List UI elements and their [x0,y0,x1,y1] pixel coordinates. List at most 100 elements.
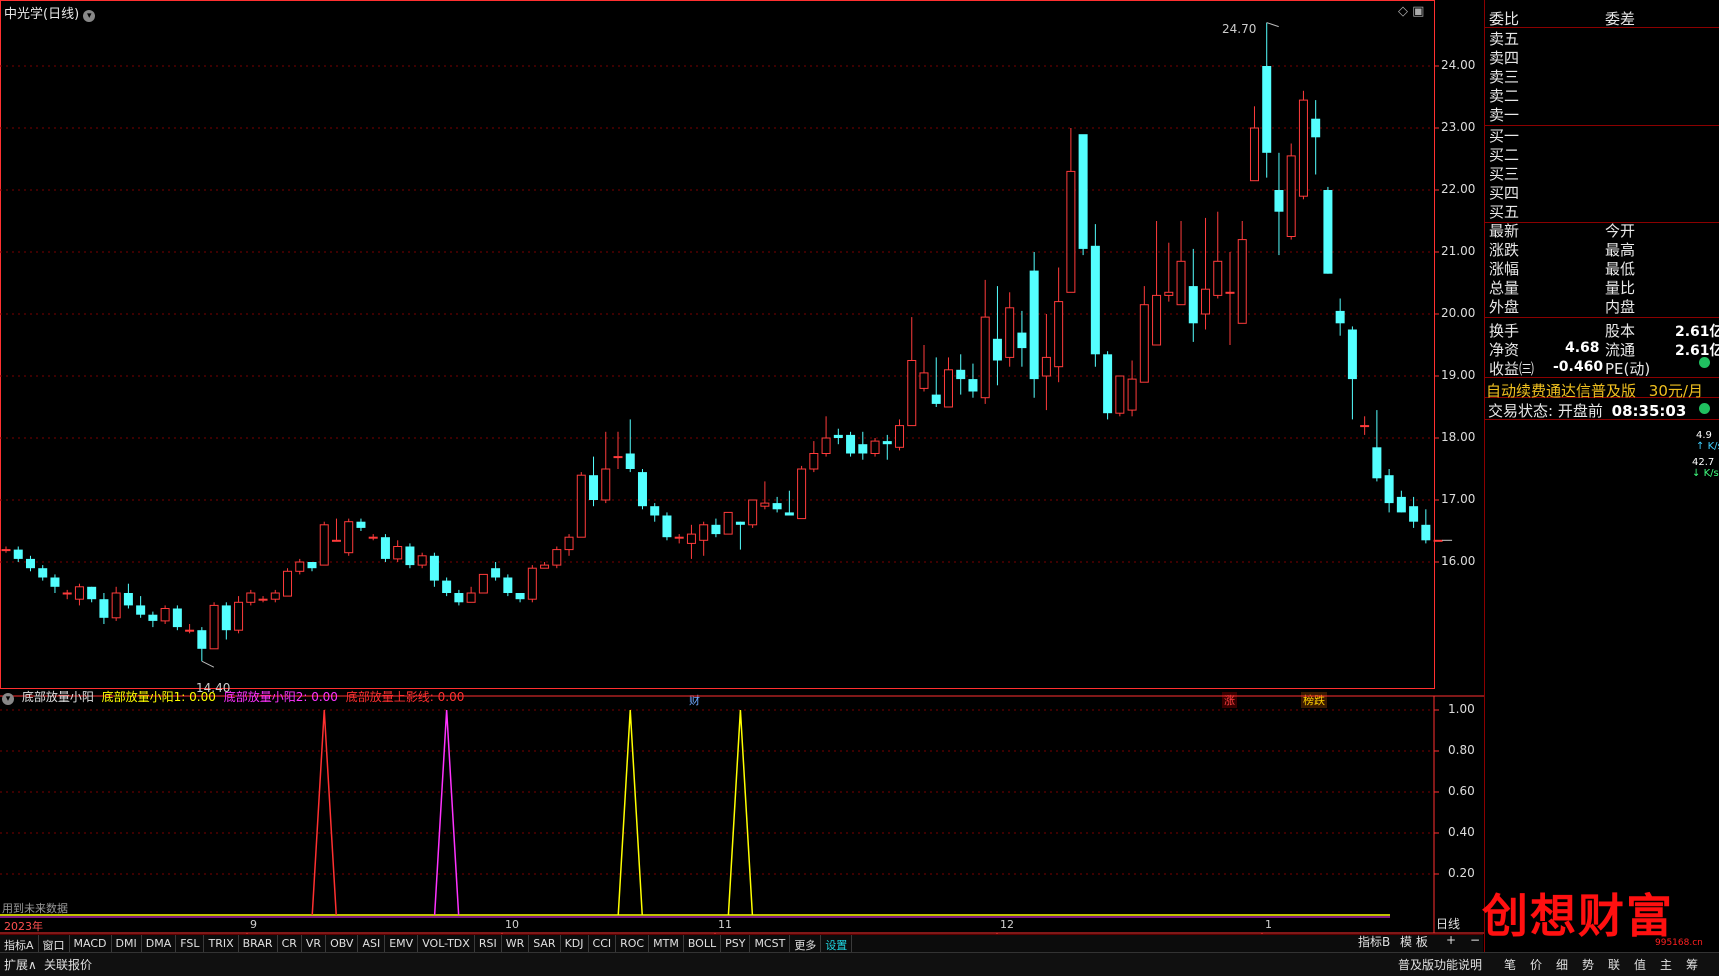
expand-button[interactable]: 扩展∧ [4,956,37,973]
event-tag-zhang[interactable]: 涨 [1222,692,1237,708]
candle-body [1201,288,1211,315]
toolbar-tab[interactable]: BRAR [239,935,278,953]
toolbar-tab[interactable]: MACD [70,935,112,953]
price-tick-label: 16.00 [1441,554,1476,568]
candle-body [919,372,929,389]
side-tab[interactable]: 价 [1530,956,1542,973]
toolbar-tab[interactable]: KDJ [561,935,589,953]
float-label: 流通 [1605,341,1636,359]
diamond-icon[interactable]: ◇ [1398,4,1408,19]
candle-body [870,440,880,455]
template-button[interactable]: 模 板 [1400,933,1428,950]
side-tab[interactable]: 值 [1634,956,1646,973]
toolbar-tab[interactable]: 指标A [0,935,39,953]
side-tab[interactable]: 笔 [1504,956,1516,973]
toolbar-tab[interactable]: OBV [326,935,359,953]
toolbar-tab[interactable]: VR [302,935,327,953]
toolbar-tab[interactable]: PSY [721,935,751,953]
candle [968,363,978,398]
toolbar-tab[interactable]: CCI [589,935,617,953]
toolbar-tab[interactable]: FSL [176,935,205,953]
candle [650,503,660,522]
promo-banner[interactable]: 自动续费通达信普及版 30元/月 [1486,380,1703,401]
candle [123,583,133,609]
toolbar-tab[interactable]: MCST [750,935,791,953]
candle-body [380,537,390,559]
candle [74,583,84,606]
candle [1286,143,1296,240]
toolbar-tab[interactable]: SAR [529,935,561,953]
candle [1249,106,1259,182]
candle [1360,416,1370,435]
candle [111,586,121,621]
quote-stat-label: 量比 [1605,279,1636,297]
side-tab[interactable]: 筹 [1686,956,1698,973]
trade-time: 08:35:03 [1611,402,1687,420]
candle [576,472,586,538]
event-tag-bangdie[interactable]: 榜跌 [1301,692,1327,708]
chevron-down-icon[interactable]: ▾ [83,10,96,22]
earnings-value: -0.460 [1553,359,1604,375]
candle [1323,186,1333,274]
weicha-label: 委差 [1605,10,1636,28]
toolbar-tab[interactable]: 设置 [821,935,853,953]
side-tab[interactable]: 主 [1660,956,1672,973]
candle [1078,134,1088,256]
side-tab[interactable]: 联 [1608,956,1620,973]
side-tab[interactable]: 细 [1556,956,1568,973]
candle [454,589,464,606]
float-value: 2.61亿 [1675,343,1719,359]
related-quotes-button[interactable]: 关联报价 [44,956,92,973]
help-link[interactable]: 普及版功能说明 [1398,956,1482,973]
candle-body [772,503,782,510]
candle [895,419,905,451]
toolbar-tab[interactable]: TRIX [204,935,239,953]
indicator-b-button[interactable]: 指标B [1358,933,1390,950]
candle-body [344,521,354,554]
candle [491,562,501,581]
toolbar-tab[interactable]: WR [502,935,530,953]
indicator-line1: 底部放量小阳1: 0.00 [101,690,216,704]
toolbar-tab[interactable]: ASI [358,935,386,953]
toolbar-tab[interactable]: MTM [649,935,684,953]
toolbar-tab[interactable]: RSI [475,935,502,953]
candle-body [1384,475,1394,504]
quote-stat-label: 今开 [1605,222,1636,240]
candle-body [711,524,721,535]
zoom-in-button[interactable]: + [1446,933,1456,947]
candle [1274,152,1284,256]
price-chart[interactable] [0,0,1484,690]
toolbar-tab[interactable]: DMI [112,935,142,953]
candle [601,431,611,504]
candle [1335,298,1345,336]
chevron-down-icon[interactable]: ▾ [2,693,14,705]
candle-body [1286,155,1296,237]
candle [711,518,721,538]
candle [625,419,635,473]
candle [331,518,341,542]
candle [234,596,244,634]
toolbar-tab[interactable]: 更多 [790,935,822,953]
candle-body [148,614,158,621]
candle [797,465,807,520]
candle [160,605,170,624]
toolbar-tab[interactable]: DMA [142,935,177,953]
candle [515,593,525,603]
event-tag-cai[interactable]: 财 [687,692,702,708]
zoom-out-button[interactable]: − [1470,933,1480,947]
toolbar-tab[interactable]: EMV [385,935,419,953]
candle-body [221,605,231,631]
share-capital-label: 股本 [1605,322,1636,340]
period-day-button[interactable]: 日线 [1436,915,1460,932]
window-toggle-icon[interactable]: ▣ [1412,4,1424,19]
candle-body [270,592,280,600]
candle-body [258,598,268,601]
toolbar-tab[interactable]: BOLL [684,935,722,953]
toolbar-tab[interactable]: ROC [616,935,650,953]
side-tab[interactable]: 势 [1582,956,1594,973]
toolbar-tab[interactable]: 窗口 [39,935,70,953]
month-label: 2023年 [4,920,43,933]
toolbar-tab[interactable]: CR [278,935,302,953]
toolbar-tab[interactable]: VOL-TDX [418,935,475,953]
candle-body [234,601,244,631]
